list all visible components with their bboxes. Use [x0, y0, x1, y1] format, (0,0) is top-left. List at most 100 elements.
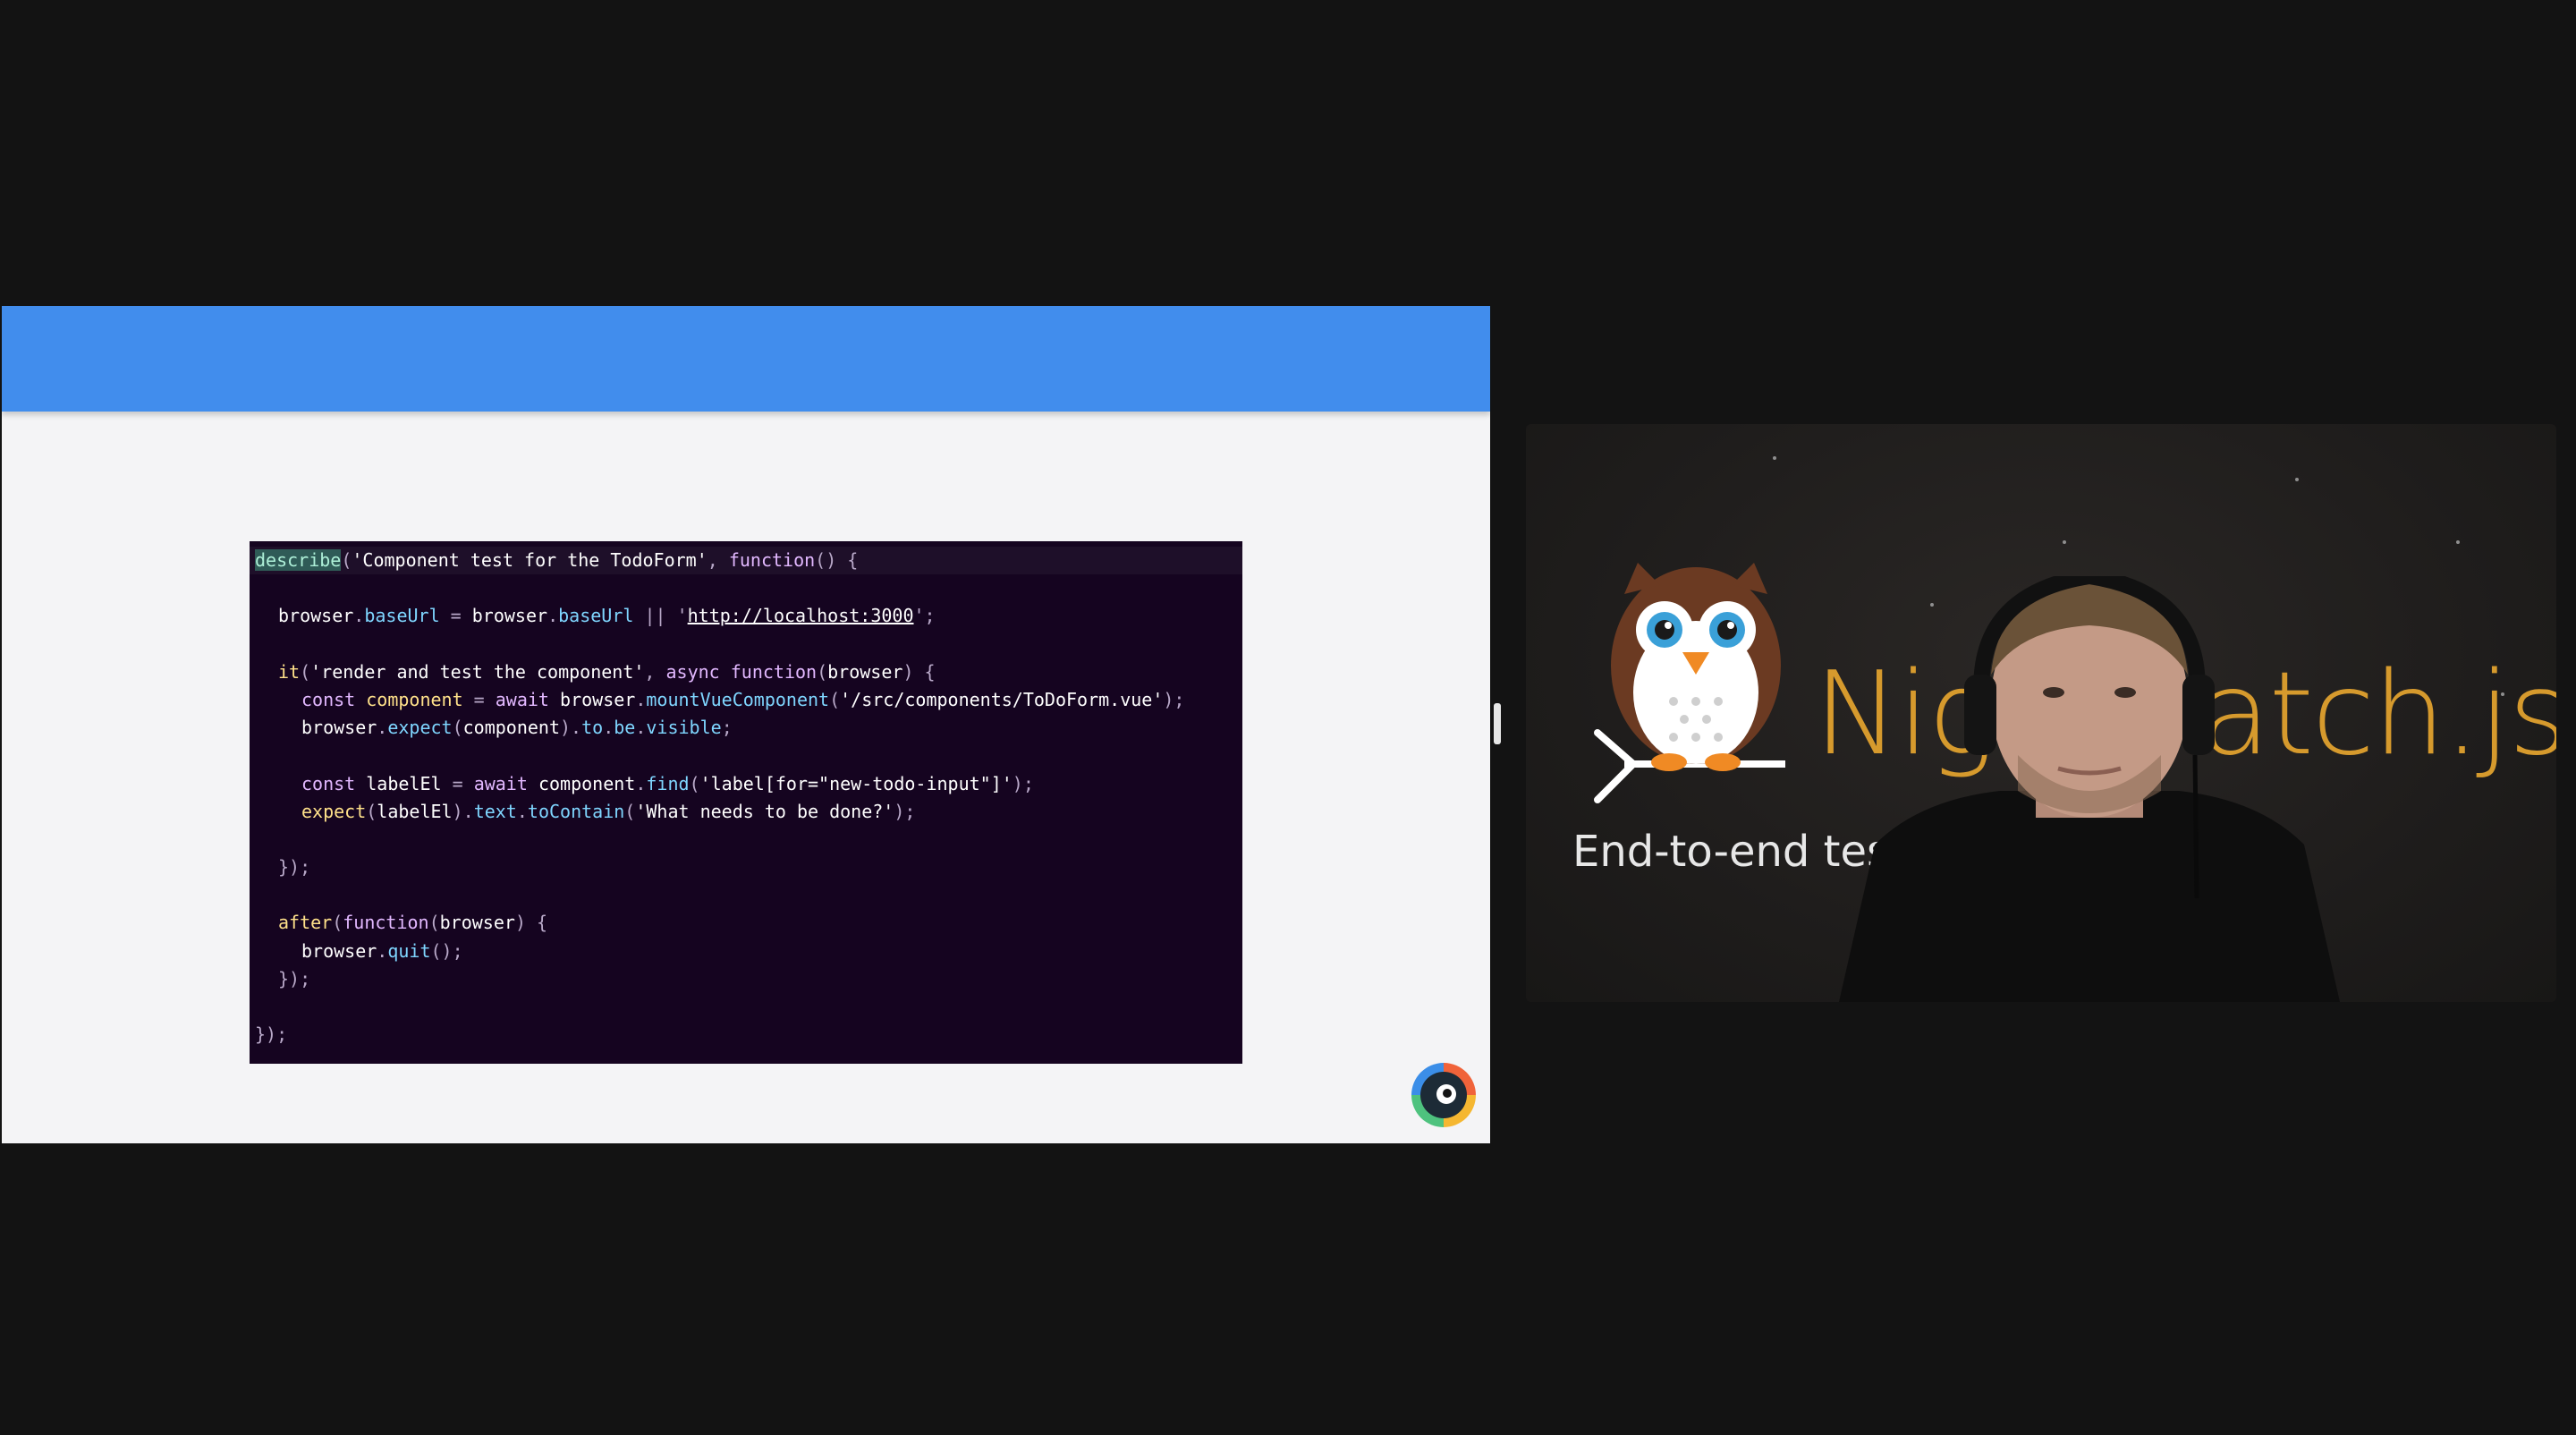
video-stage: describe ( 'Component test for the TodoFor… — [0, 0, 2576, 1435]
code-token: (); — [430, 939, 463, 962]
code-token: ( — [300, 660, 311, 683]
code-token: labelEl — [366, 772, 442, 794]
code-token: ( — [689, 772, 700, 794]
code-token: , — [644, 660, 666, 683]
code-token: component — [366, 688, 463, 710]
code-token: . — [635, 717, 647, 739]
code-token: describe — [255, 549, 342, 571]
code-token: baseUrl — [558, 605, 634, 627]
code-token: ( — [624, 800, 636, 822]
code-token: ; — [721, 717, 733, 739]
code-token: 'render and test the component' — [310, 660, 645, 683]
drag-handle-icon[interactable] — [1494, 703, 1501, 744]
code-token: ); — [894, 800, 916, 822]
code-token: }); — [278, 967, 311, 989]
code-token: http://localhost:3000 — [687, 605, 914, 627]
code-token: async function — [665, 660, 818, 683]
code-line: }); — [250, 1021, 1242, 1049]
code-line: browser.quit(); — [250, 938, 1242, 965]
code-token: . — [547, 605, 559, 627]
code-token: expect — [387, 717, 453, 739]
code-token: ( — [829, 688, 841, 710]
code-token: ( — [332, 912, 343, 934]
code-token: = — [441, 772, 474, 794]
code-token: browser — [827, 660, 903, 683]
code-token: ). — [452, 800, 474, 822]
code-token: await — [495, 688, 549, 710]
code-line: const labelEl = await component.find('la… — [250, 770, 1242, 798]
code-token: ); — [1163, 688, 1185, 710]
code-line: it('render and test the component', asyn… — [250, 658, 1242, 686]
code-snippet: describe ( 'Component test for the TodoFor… — [250, 541, 1242, 1064]
code-token: . — [516, 800, 528, 822]
code-token: function — [343, 912, 429, 934]
code-token: ( — [452, 717, 463, 739]
code-token: '; — [913, 605, 936, 627]
code-token: || ' — [633, 605, 688, 627]
code-token: function — [728, 549, 816, 571]
code-token: ( — [366, 800, 377, 822]
code-line: browser.expect(component).to.be.visible; — [250, 714, 1242, 742]
code-token: browser — [278, 605, 354, 627]
code-token: 'label[for="new-todo-input"]' — [699, 772, 1013, 794]
code-token: . — [635, 772, 647, 794]
code-token: = — [439, 605, 472, 627]
code-token: browser — [301, 717, 377, 739]
code-token: component — [538, 772, 636, 794]
camera-eye-logo-icon — [1411, 1063, 1476, 1127]
code-token: const — [301, 772, 356, 794]
code-line: const component = await browser.mountVue… — [250, 686, 1242, 714]
slide-header-bar — [2, 306, 1490, 412]
code-token: text — [473, 800, 517, 822]
code-token: after — [278, 912, 333, 934]
code-token: }); — [278, 856, 311, 879]
code-token: . — [353, 605, 365, 627]
code-token: () { — [815, 549, 859, 571]
code-line: after(function(browser) { — [250, 909, 1242, 937]
code-token: await — [473, 772, 528, 794]
code-token: be — [614, 717, 636, 739]
presenter-video — [1839, 576, 2340, 1002]
code-token: . — [635, 688, 647, 710]
code-token: browser — [439, 912, 515, 934]
nightwatch-owl-icon — [1594, 563, 1785, 803]
code-token: ); — [1012, 772, 1034, 794]
code-token: browser — [471, 605, 548, 627]
code-token: toContain — [527, 800, 625, 822]
code-token: = — [462, 688, 496, 710]
code-token: baseUrl — [364, 605, 440, 627]
code-token: mountVueComponent — [646, 688, 830, 710]
code-line: }); — [250, 965, 1242, 993]
code-token: '/src/components/ToDoForm.vue' — [840, 688, 1164, 710]
code-token: . — [603, 717, 614, 739]
code-token: . — [377, 717, 388, 739]
code-token: browser — [301, 939, 377, 962]
webcam-feed: Nightwatch.js End-to-end testing — [1526, 424, 2556, 1002]
code-token: quit — [387, 939, 431, 962]
code-token: , — [707, 549, 729, 571]
code-token: . — [377, 939, 388, 962]
code-line: browser.baseUrl = browser.baseUrl || 'ht… — [250, 602, 1242, 630]
code-token: const — [301, 688, 356, 710]
code-token: }); — [255, 1023, 288, 1046]
code-token: ( — [428, 912, 440, 934]
code-line: describe('Component test for the TodoFor… — [250, 547, 1242, 575]
code-token: ) { — [514, 912, 548, 934]
code-token: ( — [817, 660, 828, 683]
code-token: visible — [646, 717, 722, 739]
code-token: component — [462, 717, 561, 739]
code-token: browser — [560, 688, 636, 710]
code-token: it — [278, 660, 301, 683]
code-token: 'What needs to be done?' — [635, 800, 894, 822]
code-line: expect(labelEl).text.toContain('What nee… — [250, 798, 1242, 826]
code-token: 'Component test for the TodoForm' — [352, 549, 708, 571]
